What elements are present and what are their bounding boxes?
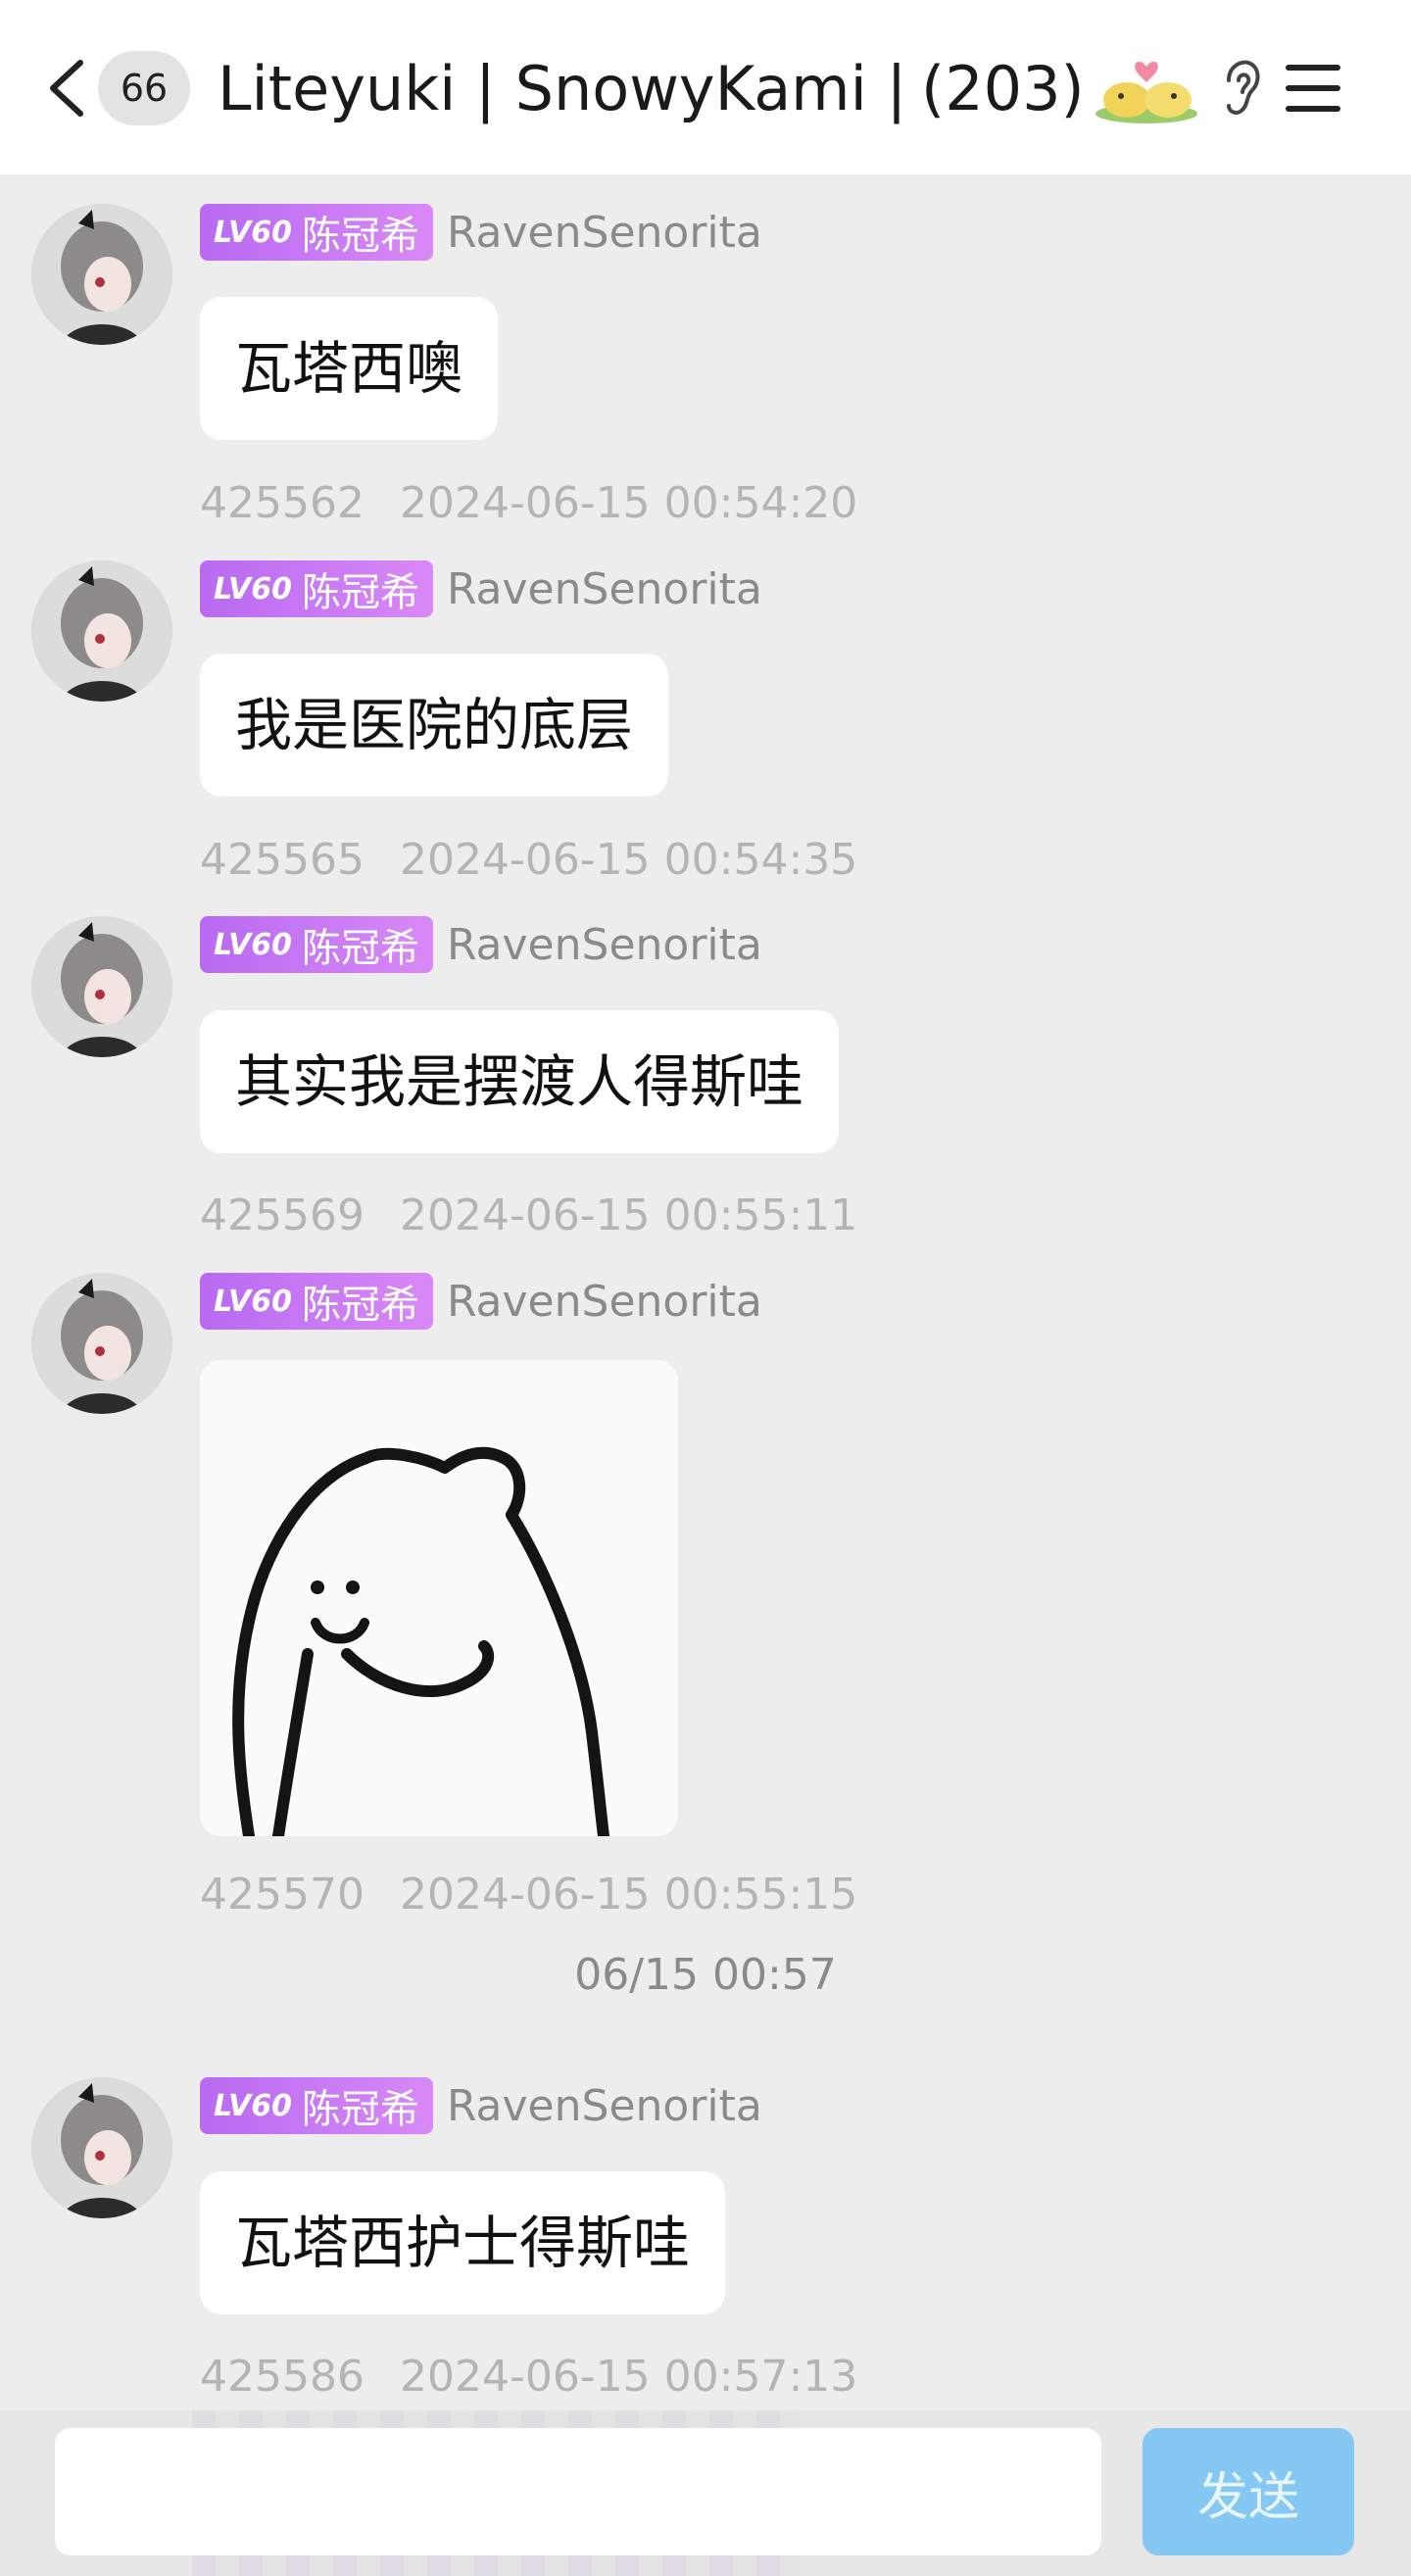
avatar[interactable] [31,2077,172,2218]
message-meta: LV60 陈冠希 RavenSenorita [200,204,762,261]
message-id: 425570 [200,1870,365,1920]
message-meta: LV60 陈冠希 RavenSenorita [200,560,762,617]
sender-name[interactable]: RavenSenorita [447,920,762,970]
level-label: LV60 [214,2088,292,2123]
message-footer: 425570 2024-06-15 00:55:15 [200,1870,857,1924]
level-label: LV60 [214,1284,292,1319]
menu-icon[interactable] [1282,57,1344,120]
avatar[interactable] [31,560,172,702]
member-title-badge: LV60 陈冠希 [200,204,433,261]
member-title-badge: LV60 陈冠希 [200,2077,433,2134]
send-button[interactable]: 发送 [1143,2428,1354,2555]
message-id: 425569 [200,1191,365,1240]
message-footer: 425569 2024-06-15 00:55:11 [200,1191,857,1245]
message-meta: LV60 陈冠希 RavenSenorita [200,1273,762,1330]
message-time: 2024-06-15 00:57:13 [399,2352,858,2402]
title-label: 陈冠希 [301,570,419,615]
avatar[interactable] [31,1273,172,1414]
message-meta: LV60 陈冠希 RavenSenorita [200,2077,762,2134]
message-meta: LV60 陈冠希 RavenSenorita [200,916,762,973]
time-divider: 06/15 00:57 [574,1950,837,2000]
message-footer: 425565 2024-06-15 00:54:35 [200,835,857,890]
message-bubble[interactable]: 瓦塔西噢 [200,297,499,440]
chat-header: 66 Liteyuki | SnowyKami |… (203) [0,0,1411,174]
message-id: 425562 [200,478,365,528]
unread-count-badge[interactable]: 66 [98,51,190,125]
birds-sticker-icon [1088,49,1205,127]
message-time: 2024-06-15 00:55:15 [399,1870,858,1920]
message-bubble[interactable]: 我是医院的底层 [200,654,669,797]
message-bubble[interactable]: 其实我是摆渡人得斯哇 [200,1010,840,1153]
message-footer: 425586 2024-06-15 00:57:13 [200,2352,857,2406]
member-count: (203) [921,53,1085,124]
sender-name[interactable]: RavenSenorita [447,564,762,614]
message-time: 2024-06-15 00:55:11 [399,1191,858,1240]
message-bubble[interactable]: 瓦塔西护士得斯哇 [200,2171,726,2314]
title-label: 陈冠希 [301,926,419,971]
message-time: 2024-06-15 00:54:35 [399,835,858,885]
ear-icon[interactable] [1221,57,1264,122]
title-label: 陈冠希 [301,214,419,259]
avatar[interactable] [31,916,172,1057]
back-icon[interactable] [39,49,98,127]
member-title-badge: LV60 陈冠希 [200,1273,433,1330]
level-label: LV60 [214,215,292,250]
message-id: 425565 [200,835,365,885]
member-title-badge: LV60 陈冠希 [200,560,433,617]
member-title-badge: LV60 陈冠希 [200,916,433,973]
title-label: 陈冠希 [301,2087,419,2132]
sender-name[interactable]: RavenSenorita [447,208,762,258]
message-input[interactable] [55,2428,1101,2555]
avatar[interactable] [31,204,172,345]
composer-bar: 发送 [0,2410,1411,2576]
message-footer: 425562 2024-06-15 00:54:20 [200,478,857,533]
message-id: 425586 [200,2352,365,2402]
level-label: LV60 [214,927,292,962]
group-title[interactable]: Liteyuki | SnowyKami |… [218,49,903,129]
sender-name[interactable]: RavenSenorita [447,1277,762,1327]
title-label: 陈冠希 [301,1283,419,1328]
sender-name[interactable]: RavenSenorita [447,2081,762,2131]
level-label: LV60 [214,571,292,607]
bear-sticker-image[interactable] [200,1360,678,1836]
message-time: 2024-06-15 00:54:20 [399,478,858,528]
